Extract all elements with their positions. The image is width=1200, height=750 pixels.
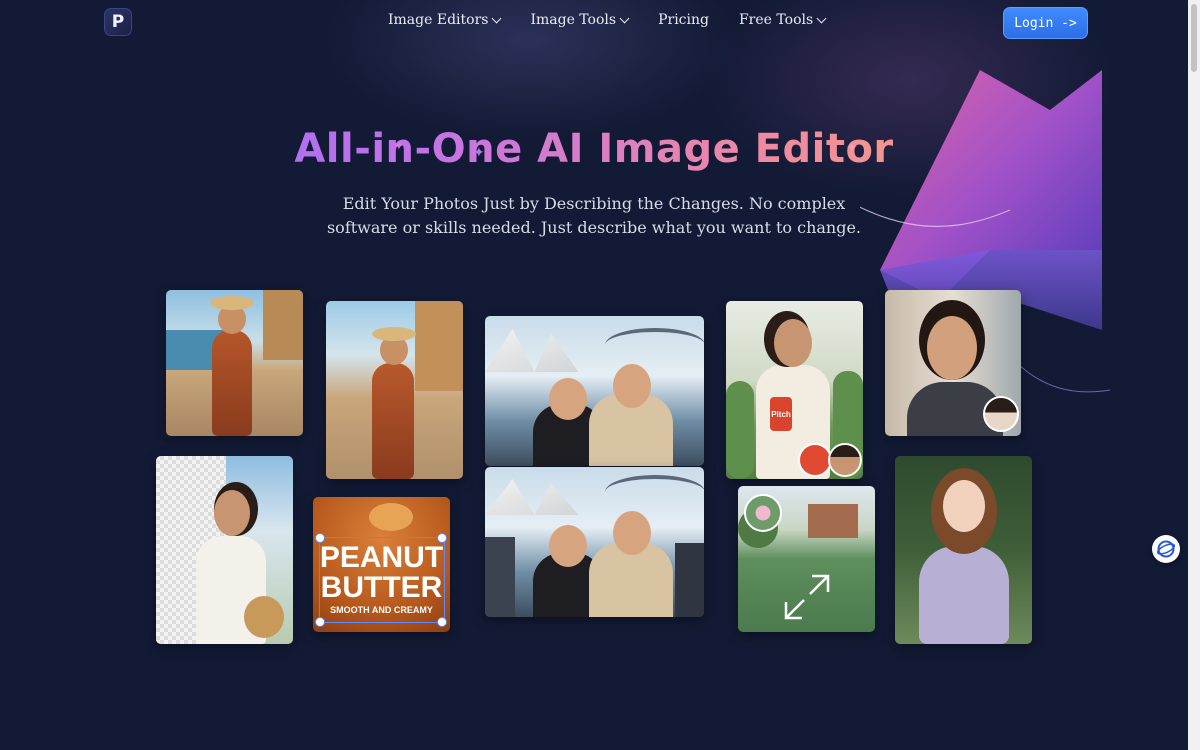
- nav-pricing[interactable]: Pricing: [658, 12, 709, 28]
- resize-handle[interactable]: [437, 617, 447, 627]
- face: [613, 364, 651, 408]
- nav-label: Image Editors: [388, 12, 489, 28]
- woman-figure: [372, 363, 414, 479]
- face: [927, 316, 977, 380]
- face: [214, 490, 250, 536]
- nav-label: Free Tools: [738, 12, 814, 28]
- bystander: [485, 537, 515, 617]
- building: [808, 504, 858, 538]
- opera-house: [485, 479, 579, 515]
- sparkle-icon: ✦: [393, 138, 405, 154]
- logo-icon[interactable]: P: [104, 8, 132, 36]
- label-line-2: BUTTER: [320, 571, 443, 604]
- nav-label: Pricing: [658, 12, 709, 28]
- face: [774, 319, 812, 367]
- harbour-bridge: [605, 328, 704, 362]
- dress: [919, 546, 1009, 644]
- chevron-down-icon: [816, 13, 827, 23]
- top-header: P Image Editors Image Tools Pricing Free…: [0, 0, 1188, 44]
- gallery-tile-beach-walk-edited[interactable]: [326, 301, 463, 479]
- bystander: [675, 543, 704, 617]
- main-nav: Image Editors Image Tools Pricing Free T…: [388, 12, 827, 28]
- nav-image-tools[interactable]: Image Tools: [530, 12, 630, 28]
- sparkle-icon: ✦: [846, 140, 858, 156]
- cactus: [726, 381, 754, 479]
- login-button[interactable]: Login ->: [1003, 7, 1088, 39]
- help-chat-button[interactable]: [1152, 535, 1180, 563]
- sun-hat: [372, 327, 416, 341]
- nav-label: Image Tools: [530, 12, 617, 28]
- gallery-tile-headshot[interactable]: [885, 290, 1021, 436]
- face: [549, 378, 587, 420]
- face: [549, 525, 587, 567]
- gallery-tile-sydney-couple-edited[interactable]: [485, 467, 704, 617]
- gallery-tile-text-on-image[interactable]: PEANUT BUTTER SMOOTH AND CREAMY: [313, 497, 450, 632]
- help-chat-icon: [1156, 540, 1176, 558]
- harbour-bridge: [605, 475, 704, 509]
- face: [943, 480, 985, 532]
- product-can: Pitch: [770, 397, 792, 431]
- label-line-1: PEANUT: [319, 541, 444, 574]
- gallery-tile-upscale[interactable]: [738, 486, 875, 632]
- gallery-tile-sydney-couple[interactable]: [485, 316, 704, 466]
- page-scrollbar[interactable]: [1188, 0, 1200, 750]
- peanut-butter-swirl: [369, 503, 413, 531]
- source-product-thumbnail: [798, 443, 832, 477]
- resize-handle[interactable]: [437, 533, 447, 543]
- source-person-thumbnail: [828, 443, 862, 477]
- gallery-tile-beach-walk[interactable]: [166, 290, 303, 436]
- chevron-down-icon: [492, 13, 502, 23]
- sparkle-icon: ✦: [473, 145, 485, 161]
- hero-subtitle: Edit Your Photos Just by Describing the …: [326, 194, 862, 237]
- label-line-3: SMOOTH AND CREAMY: [330, 605, 433, 615]
- source-selfie-thumbnail: [983, 396, 1019, 432]
- resize-handle[interactable]: [315, 617, 325, 627]
- nav-free-tools[interactable]: Free Tools: [738, 12, 827, 28]
- chevron-down-icon: [619, 13, 630, 23]
- face: [613, 511, 651, 555]
- resize-handle[interactable]: [315, 533, 325, 543]
- gallery-tile-anime-style[interactable]: [895, 456, 1032, 644]
- scrollbar-thumb[interactable]: [1191, 4, 1197, 72]
- hero-title: All-in-One AI Image Editor: [0, 126, 1188, 172]
- logo-letter: P: [111, 12, 125, 32]
- sun-hat: [210, 296, 254, 310]
- zoom-thumbnail: [744, 494, 782, 532]
- gallery-tile-product-holding[interactable]: Pitch: [726, 301, 863, 479]
- nav-image-editors[interactable]: Image Editors: [388, 12, 502, 28]
- expand-icon: [784, 574, 830, 620]
- opera-house: [485, 328, 579, 372]
- straw-bag: [244, 596, 284, 638]
- buildings: [263, 290, 303, 360]
- gallery-tile-background-removal[interactable]: [156, 456, 293, 644]
- woman-figure: [212, 330, 252, 436]
- buildings: [415, 301, 463, 391]
